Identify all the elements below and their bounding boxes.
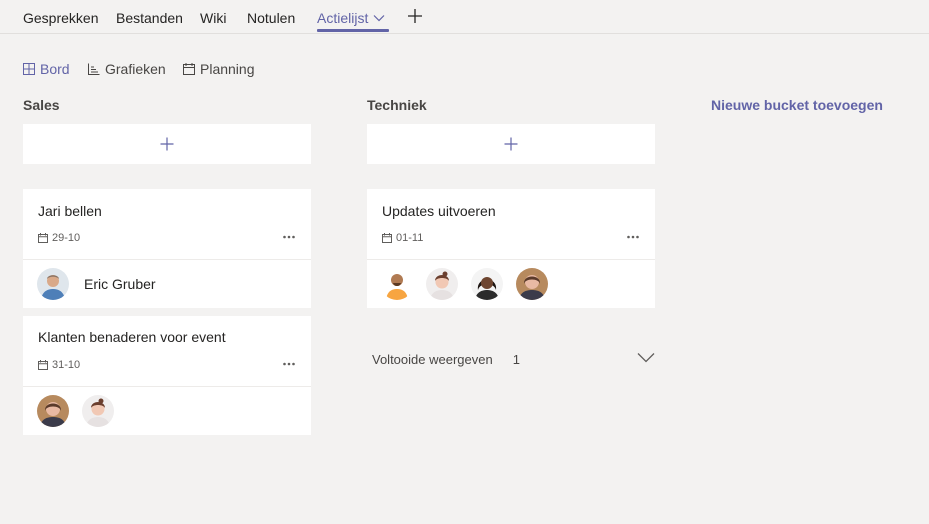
avatar (381, 268, 413, 300)
view-board-label: Bord (40, 61, 70, 77)
tab-action-list[interactable]: Actielijst (317, 10, 368, 26)
view-board-button[interactable]: Bord (23, 61, 70, 77)
task-card[interactable]: Updates uitvoeren 01-11 (367, 189, 655, 308)
avatar (471, 268, 503, 300)
tab-conversations[interactable]: Gesprekken (23, 10, 98, 26)
tab-wiki[interactable]: Wiki (200, 10, 226, 26)
more-icon[interactable] (282, 232, 296, 242)
task-title: Jari bellen (38, 203, 102, 219)
add-task-button-techniek[interactable] (367, 124, 655, 164)
bucket-title-techniek: Techniek (367, 97, 427, 113)
plus-icon (160, 137, 174, 151)
avatar (426, 268, 458, 300)
task-card[interactable]: Klanten benaderen voor event 31-10 (23, 316, 311, 435)
board-icon (23, 63, 35, 75)
more-icon[interactable] (282, 359, 296, 369)
calendar-icon (183, 63, 195, 75)
chart-icon (88, 63, 100, 75)
plus-icon (504, 137, 518, 151)
avatar (516, 268, 548, 300)
tab-notes[interactable]: Notulen (247, 10, 295, 26)
active-tab-indicator (317, 29, 389, 32)
task-card[interactable]: Jari bellen 29-10 Eric Gruber (23, 189, 311, 308)
task-due-date: 31-10 (52, 359, 81, 371)
chevron-down-icon (637, 353, 655, 363)
view-charts-button[interactable]: Grafieken (88, 61, 166, 77)
more-icon[interactable] (626, 232, 640, 242)
avatar (37, 268, 69, 300)
calendar-icon (38, 233, 48, 243)
plus-icon[interactable] (407, 8, 423, 24)
view-schedule-label: Planning (200, 61, 255, 77)
assignee-name: Eric Gruber (84, 276, 156, 292)
view-schedule-button[interactable]: Planning (183, 61, 255, 77)
channel-tab-bar: Gesprekken Bestanden Wiki Notulen Actiel… (0, 0, 929, 34)
show-completed-label: Voltooide weergeven (372, 351, 493, 367)
bucket-title-sales: Sales (23, 97, 60, 113)
task-title: Updates uitvoeren (382, 203, 496, 219)
avatar (82, 395, 114, 427)
task-due-date: 01-11 (396, 232, 424, 244)
add-bucket-link[interactable]: Nieuwe bucket toevoegen (711, 97, 883, 113)
calendar-icon (382, 233, 392, 243)
show-completed-toggle[interactable]: Voltooide weergeven 1 (372, 349, 657, 369)
tab-files[interactable]: Bestanden (116, 10, 183, 26)
completed-count: 1 (512, 351, 520, 367)
calendar-icon (38, 360, 48, 370)
task-due-date: 29-10 (52, 232, 81, 244)
chevron-down-icon[interactable] (373, 14, 385, 22)
add-task-button-sales[interactable] (23, 124, 311, 164)
view-charts-label: Grafieken (105, 61, 166, 77)
task-title: Klanten benaderen voor event (38, 329, 226, 345)
avatar (37, 395, 69, 427)
